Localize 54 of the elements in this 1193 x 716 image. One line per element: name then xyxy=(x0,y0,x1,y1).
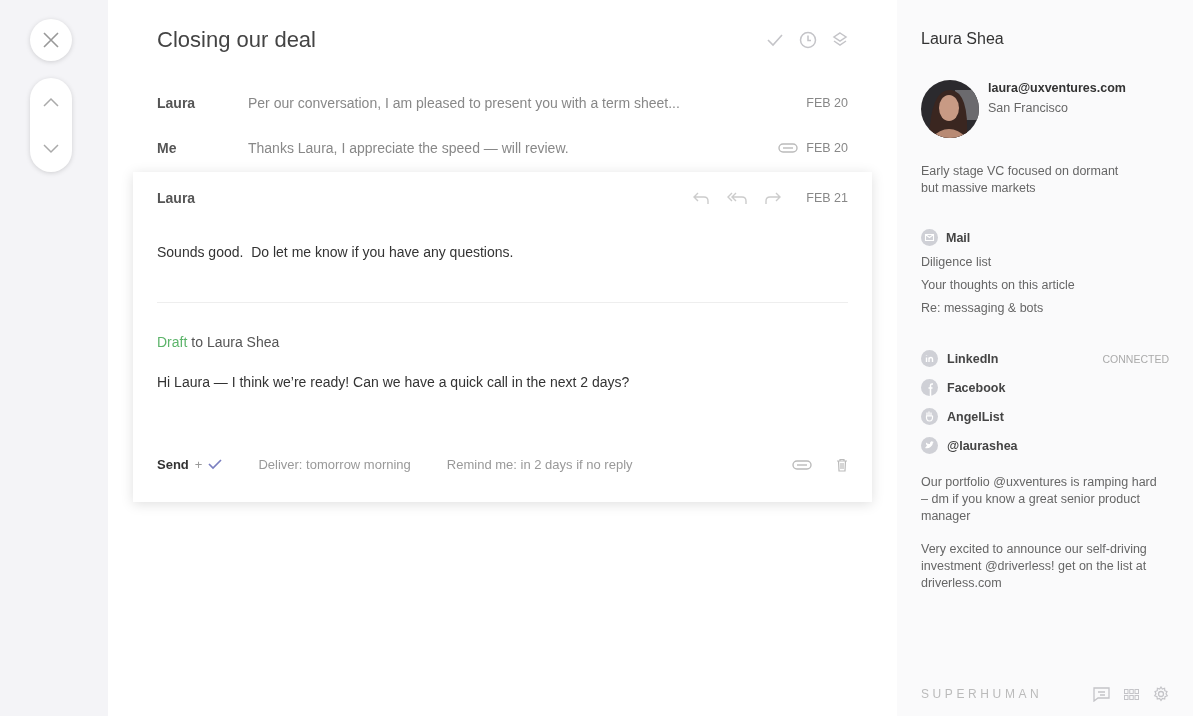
brand-wordmark: SUPERHUMAN xyxy=(921,687,1043,701)
trash-icon[interactable] xyxy=(836,457,848,472)
mail-thread-link[interactable]: Diligence list xyxy=(921,255,992,269)
reply-all-icon[interactable] xyxy=(726,191,749,205)
grid-icon[interactable] xyxy=(1124,688,1139,700)
message-body: Sounds good. Do let me know if you have any questions. xyxy=(157,244,515,260)
message-date: FEB 20 xyxy=(806,140,848,155)
sender-name: Me xyxy=(157,139,178,156)
social-link[interactable]: AngelList xyxy=(947,409,1004,424)
message-date: FEB 20 xyxy=(806,95,848,110)
close-button[interactable] xyxy=(30,19,72,61)
down-chevron-icon xyxy=(43,143,59,154)
facebook-icon xyxy=(921,379,938,396)
hand-icon xyxy=(921,408,938,425)
mail-icon xyxy=(921,229,938,246)
thread-message-row[interactable]: Laura Per our conversation, I am pleased to present you with a term sheet... FEB 20 xyxy=(133,80,872,125)
thread-message-row[interactable]: Me Thanks Laura, I appreciate the speed — will review. FEB 20 xyxy=(133,125,872,170)
social-post: Very excited to announce our self-driving investment @driverless! get on the list at driverless.com xyxy=(921,541,1148,592)
up-chevron-icon xyxy=(43,96,59,107)
send-button[interactable]: Send xyxy=(157,457,189,472)
sender-name: Laura xyxy=(157,94,197,111)
chat-icon[interactable] xyxy=(1093,686,1110,702)
draft-recipient: to Laura Shea xyxy=(191,334,280,350)
connection-status: CONNECTED xyxy=(1102,352,1169,365)
check-icon[interactable] xyxy=(208,459,223,470)
draft-label: Draft xyxy=(157,334,188,350)
linkedin-icon xyxy=(921,350,938,367)
mail-heading: Mail xyxy=(946,230,971,245)
contact-location: San Francisco xyxy=(988,101,1069,115)
clock-icon[interactable] xyxy=(799,31,817,49)
social-post: Our portfolio @uxventures is ramping hard – dm if you know a great senior product manager xyxy=(921,474,1158,525)
forward-icon[interactable] xyxy=(764,191,783,205)
bird-icon xyxy=(921,437,938,454)
reply-icon[interactable] xyxy=(692,191,711,205)
message-snippet: Per our conversation, I am pleased to present you with a term sheet... xyxy=(248,94,681,111)
plus-sign: + xyxy=(194,457,203,472)
message-date: FEB 21 xyxy=(806,191,848,205)
mail-thread-link[interactable]: Re: messaging & bots xyxy=(921,301,1044,315)
contact-email[interactable]: laura@uxventures.com xyxy=(988,81,1126,95)
layers-icon[interactable] xyxy=(832,31,848,49)
message-snippet: Thanks Laura, I appreciate the speed — will review. xyxy=(248,139,570,156)
social-link[interactable]: LinkedIn xyxy=(947,351,999,366)
social-link[interactable]: @laurashea xyxy=(947,438,1018,453)
settings-icon[interactable] xyxy=(1153,686,1169,702)
sender-name: Laura xyxy=(157,190,197,206)
draft-body-field[interactable]: Hi Laura — I think we’re ready! Can we have a quick call in the next 2 days? xyxy=(157,374,848,390)
social-link[interactable]: Facebook xyxy=(947,380,1006,395)
check-icon[interactable] xyxy=(766,33,784,47)
mail-thread-link[interactable]: Your thoughts on this article xyxy=(921,278,1075,292)
close-icon xyxy=(42,31,60,49)
contact-bio: Early stage VC focused on dormant but massive markets xyxy=(921,163,1120,197)
contact-name: Laura Shea xyxy=(921,30,1005,48)
thread-subject: Closing our deal xyxy=(157,27,317,53)
paperclip-icon[interactable] xyxy=(792,459,812,470)
